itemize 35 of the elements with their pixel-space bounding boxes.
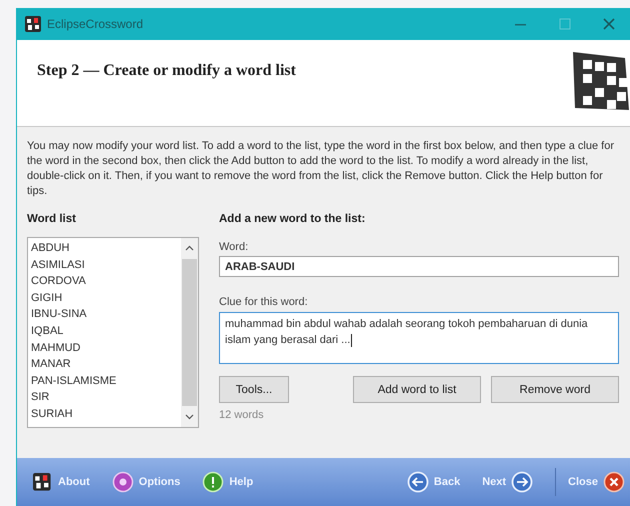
instructions-text: You may now modify your word list. To add a word to the list, type the word in the first box below, and then type a clue for the word in the second box, then click the Add button to add the word to the list. To modify a word already in the list, double-click on it. Then, if you want to remove the word from the list, click the Remove button. Click the Help button for tips. [27,139,615,199]
close-icon [603,471,625,493]
word-list-item[interactable]: IQBAL [31,322,64,340]
word-list-item[interactable]: PAN-ISLAMISME [31,372,116,390]
word-list[interactable]: ABDUH ASIMILASI CORDOVA GIGIH IBNU-SINA IQBAL MAHMUD MANAR PAN-ISLAMISME SIR SURIAH [27,237,199,428]
scrollbar-thumb[interactable] [182,259,197,406]
word-list-item[interactable]: SIR [31,389,50,406]
scrollbar[interactable] [181,238,198,427]
word-list-item[interactable]: SURIAH [31,406,73,423]
app-icon [25,16,41,32]
step-title: Step 2 — Create or modify a word list [37,62,296,80]
word-list-item[interactable]: GIGIH [31,290,62,306]
word-count: 12 words [219,409,265,421]
remove-word-button[interactable]: Remove word [491,376,619,403]
word-list-item[interactable]: IBNU-SINA [31,306,87,323]
word-field[interactable]: ARAB-SAUDI [219,256,619,277]
options-icon [112,471,134,493]
window-title: EclipseCrossword [47,17,144,31]
word-list-item[interactable]: ASIMILASI [31,256,85,274]
scroll-down-icon[interactable] [185,412,194,421]
clue-field[interactable]: muhammad bin abdul wahab adalah seorang tokoh pembaharuan di dunia islam yang berasal dari ... [219,312,619,364]
help-icon [202,471,224,493]
scroll-up-icon[interactable] [185,244,194,253]
word-list-label: Word list [27,213,77,227]
add-word-button[interactable]: Add word to list [353,376,481,403]
word-list-item[interactable]: CORDOVA [31,273,86,290]
word-list-item[interactable]: ABDUH [31,240,70,257]
text-cursor [351,334,352,347]
clue-label: Clue for this word: [219,296,309,308]
word-list-item[interactable]: MAHMUD [31,340,80,356]
tools-button[interactable]: Tools... [219,376,289,403]
word-list-item[interactable]: MANAR [31,356,71,373]
word-label: Word: [219,241,250,253]
add-word-heading: Add a new word to the list: [219,213,366,227]
app-logo-icon [31,471,53,493]
